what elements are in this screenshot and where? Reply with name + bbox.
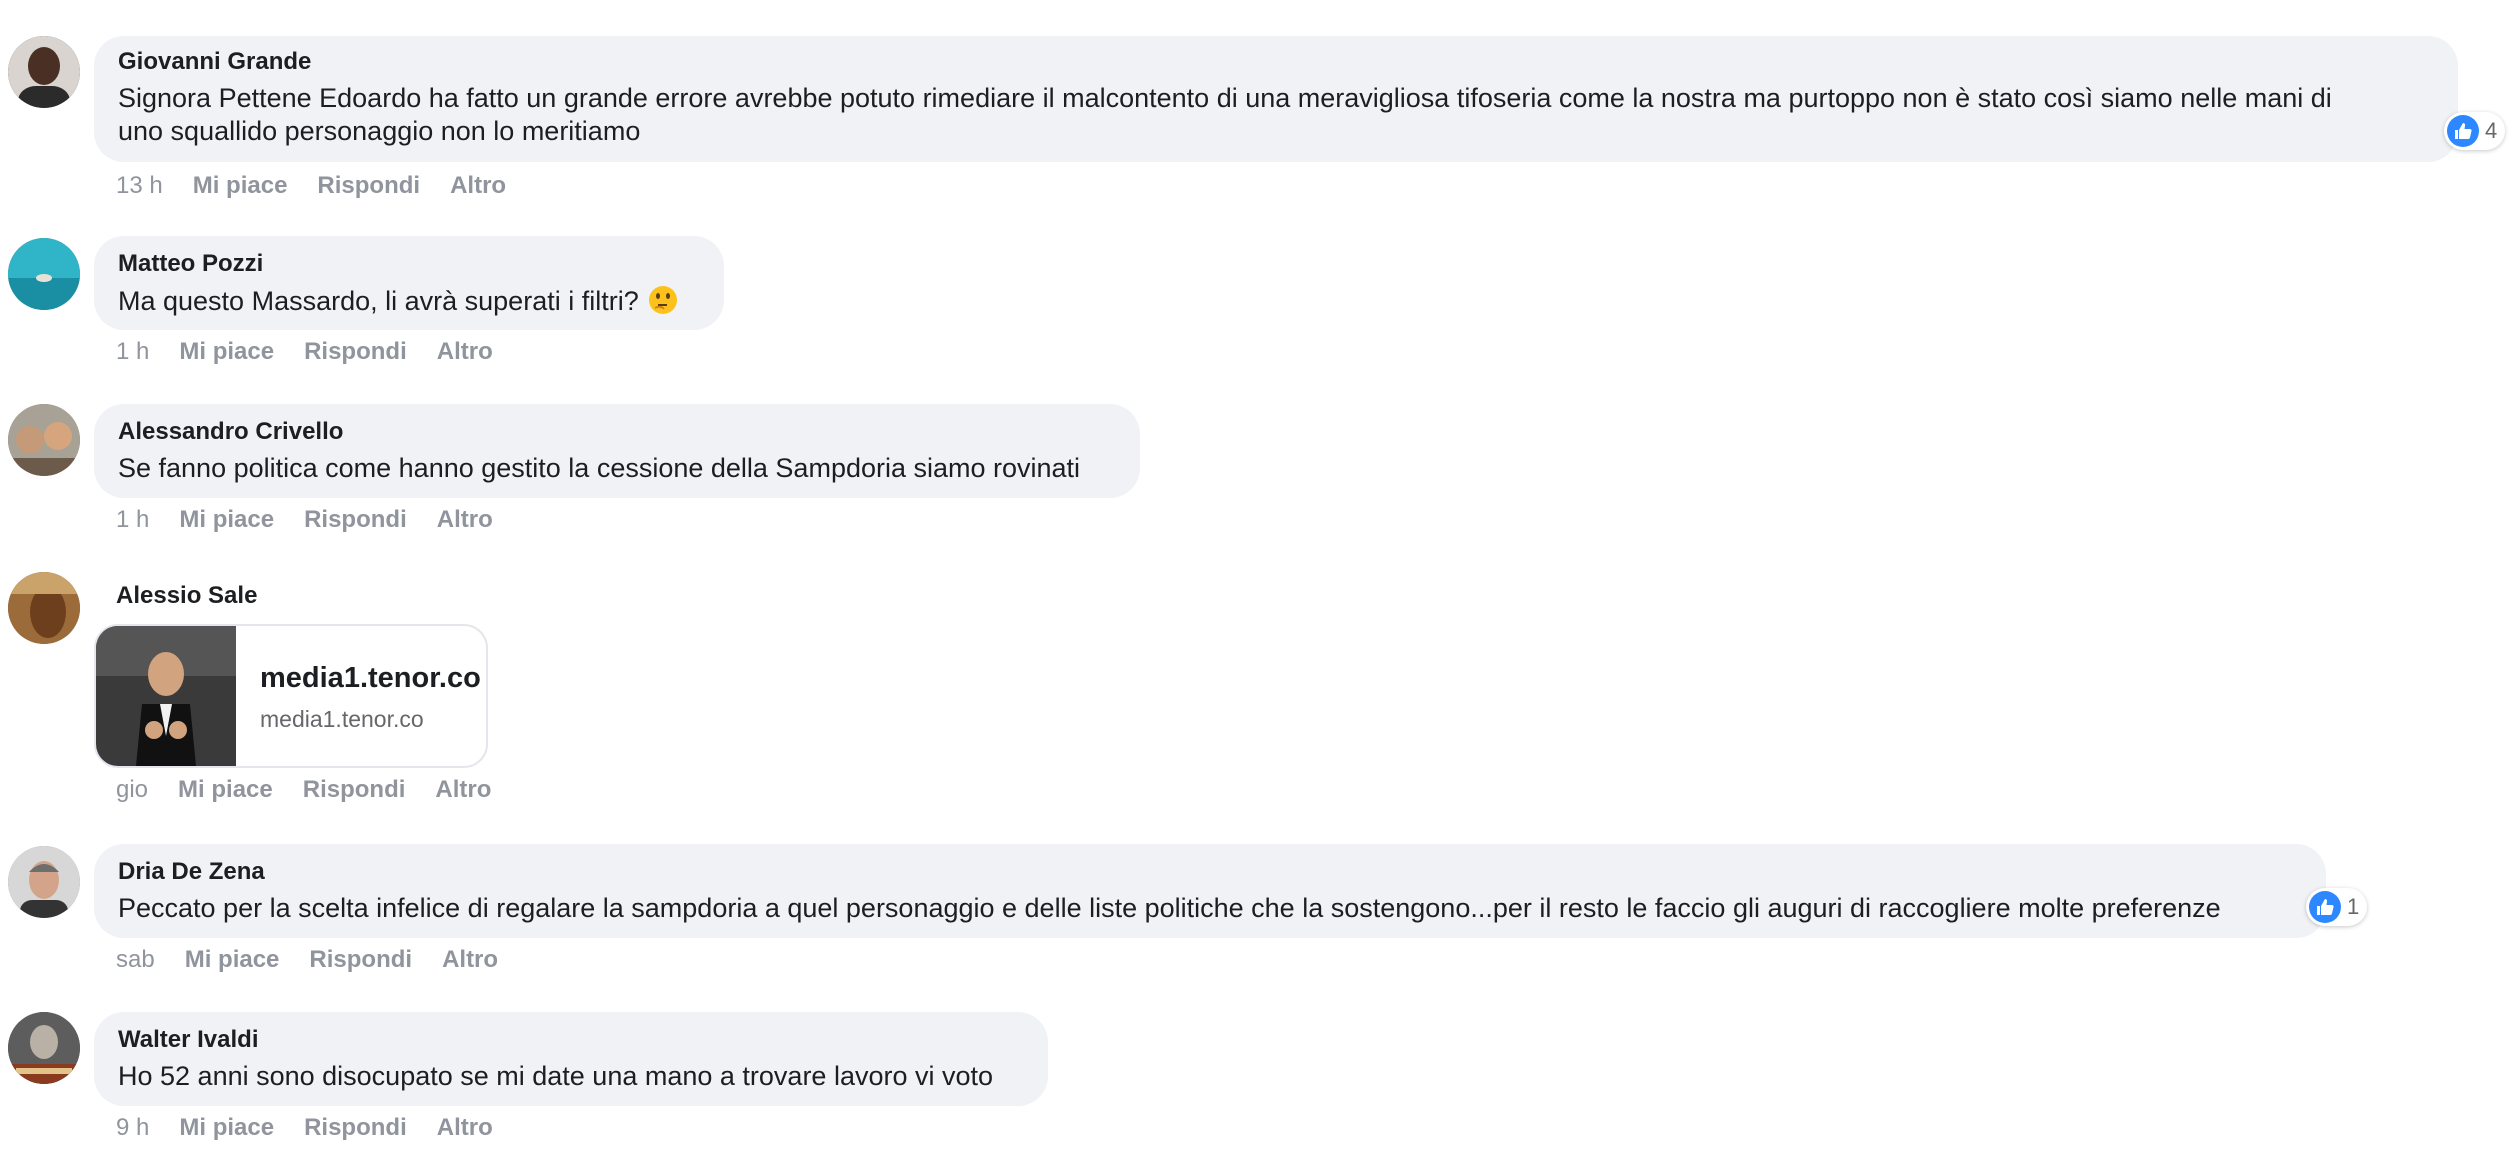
comment-actions: sab Mi piace Rispondi Altro	[116, 946, 498, 974]
comment-actions: 1 h Mi piace Rispondi Altro	[116, 338, 493, 366]
like-button[interactable]: Mi piace	[178, 776, 273, 804]
link-domain: media1.tenor.co	[260, 706, 424, 732]
reply-button[interactable]: Rispondi	[317, 172, 420, 200]
reply-button[interactable]: Rispondi	[304, 506, 407, 534]
comment-timestamp[interactable]: gio	[116, 776, 148, 804]
comment-bubble: Giovanni Grande Signora Pettene Edoardo …	[94, 36, 2458, 162]
more-button[interactable]: Altro	[442, 946, 498, 974]
reply-button[interactable]: Rispondi	[309, 946, 412, 974]
more-button[interactable]: Altro	[437, 338, 493, 366]
comment-text-content: Ma questo Massardo, li avrà superati i f…	[118, 286, 639, 316]
like-button[interactable]: Mi piace	[185, 946, 280, 974]
link-thumbnail	[96, 626, 236, 766]
comment-timestamp[interactable]: 1 h	[116, 338, 149, 366]
link-preview-card[interactable]: media1.tenor.co media1.tenor.co	[94, 624, 488, 768]
like-button[interactable]: Mi piace	[193, 172, 288, 200]
reply-button[interactable]: Rispondi	[304, 338, 407, 366]
comment-bubble: Walter Ivaldi Ho 52 anni sono disocupato…	[94, 1012, 1048, 1106]
reaction-number: 1	[2347, 894, 2360, 919]
avatar[interactable]	[8, 1012, 80, 1084]
more-button[interactable]: Altro	[435, 776, 491, 804]
more-button[interactable]: Altro	[450, 172, 506, 200]
comment-actions: 9 h Mi piace Rispondi Altro	[116, 1114, 493, 1142]
comment-author[interactable]: Giovanni Grande	[118, 48, 2434, 76]
avatar[interactable]	[8, 238, 80, 310]
comment-text: Peccato per la scelta infelice di regala…	[118, 893, 2221, 923]
comment-author[interactable]: Alessandro Crivello	[118, 418, 1116, 446]
reaction-number: 4	[2485, 118, 2498, 143]
comment-author[interactable]: Matteo Pozzi	[118, 250, 700, 278]
comment-bubble: Dria De Zena Peccato per la scelta infel…	[94, 844, 2326, 938]
reaction-count[interactable]: 4	[2444, 112, 2506, 150]
like-button[interactable]: Mi piace	[179, 1114, 274, 1142]
reply-button[interactable]: Rispondi	[304, 1114, 407, 1142]
comment-text: uno squallido personaggio non lo meritia…	[118, 116, 641, 146]
comment-actions: gio Mi piace Rispondi Altro	[116, 776, 491, 804]
comment-author[interactable]: Alessio Sale	[116, 582, 257, 610]
comment-actions: 1 h Mi piace Rispondi Altro	[116, 506, 493, 534]
more-button[interactable]: Altro	[437, 1114, 493, 1142]
like-button[interactable]: Mi piace	[179, 338, 274, 366]
comment-bubble: Alessandro Crivello Se fanno politica co…	[94, 404, 1140, 498]
comment-timestamp[interactable]: 9 h	[116, 1114, 149, 1142]
more-button[interactable]: Altro	[437, 506, 493, 534]
comment-actions: 13 h Mi piace Rispondi Altro	[116, 172, 506, 200]
reply-button[interactable]: Rispondi	[303, 776, 406, 804]
avatar[interactable]	[8, 404, 80, 476]
comment-author[interactable]: Dria De Zena	[118, 858, 2302, 886]
comment-author[interactable]: Walter Ivaldi	[118, 1026, 1024, 1054]
comment-text: Signora Pettene Edoardo ha fatto un gran…	[118, 83, 2332, 113]
avatar[interactable]	[8, 846, 80, 918]
comment-timestamp[interactable]: 1 h	[116, 506, 149, 534]
link-title[interactable]: media1.tenor.co	[260, 662, 481, 695]
comment-text: Ma questo Massardo, li avrà superati i f…	[118, 284, 700, 324]
reaction-count[interactable]: 1	[2306, 888, 2368, 926]
comment-text: Se fanno politica come hanno gestito la …	[118, 453, 1081, 483]
comment-text: Ho 52 anni sono disocupato se mi date un…	[118, 1061, 994, 1091]
comment-bubble: Matteo Pozzi Ma questo Massardo, li avrà…	[94, 236, 724, 330]
comment-timestamp[interactable]: 13 h	[116, 172, 163, 200]
avatar[interactable]	[8, 572, 80, 644]
like-icon	[2447, 115, 2479, 147]
avatar[interactable]	[8, 36, 80, 108]
like-icon	[2309, 891, 2341, 923]
thinking-face-icon	[647, 284, 679, 324]
comment-timestamp[interactable]: sab	[116, 946, 155, 974]
like-button[interactable]: Mi piace	[179, 506, 274, 534]
